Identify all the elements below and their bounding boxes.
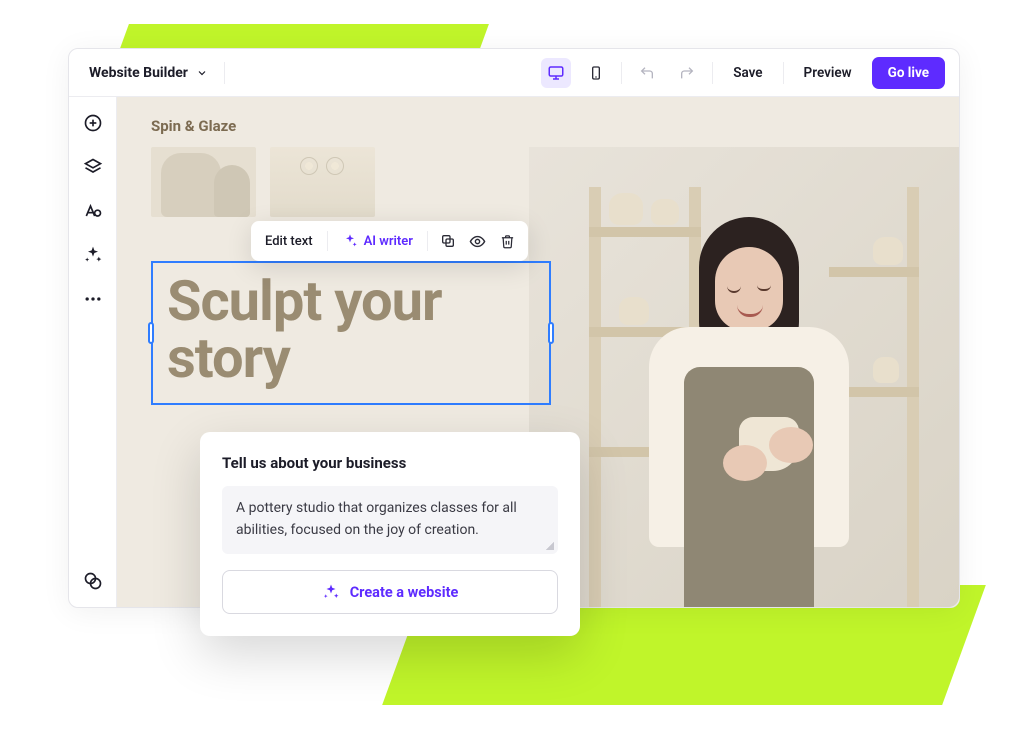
divider [783, 62, 784, 84]
ai-writer-button[interactable]: AI writer [338, 229, 417, 253]
desktop-icon [547, 64, 565, 82]
resize-handle-left[interactable] [148, 322, 154, 344]
gallery-thumbnail[interactable] [151, 147, 256, 217]
edit-text-button[interactable]: Edit text [261, 230, 317, 253]
app-title-label: Website Builder [89, 65, 188, 81]
preview-button[interactable]: Preview [794, 59, 862, 87]
headline-text[interactable]: Sculpt your story [167, 273, 535, 387]
mobile-icon [588, 65, 604, 81]
create-website-label: Create a website [350, 584, 459, 601]
redo-button[interactable] [672, 58, 702, 88]
gallery-thumbnail[interactable] [270, 147, 375, 217]
redo-icon [679, 65, 695, 81]
create-website-button[interactable]: Create a website [222, 570, 558, 614]
save-button[interactable]: Save [723, 59, 772, 87]
delete-button[interactable] [498, 231, 518, 251]
divider [327, 231, 328, 251]
sparkles-icon [83, 245, 103, 265]
text-toolbar: Edit text AI writer [251, 221, 528, 261]
ai-writer-label: AI writer [364, 234, 413, 249]
sidebar-typography-button[interactable] [81, 199, 105, 223]
divider [224, 62, 225, 84]
image-gallery [151, 147, 375, 217]
divider [621, 62, 622, 84]
sidebar [69, 97, 117, 607]
desktop-view-button[interactable] [541, 58, 571, 88]
ai-onboarding-card: Tell us about your business A pottery st… [200, 432, 580, 636]
chevron-down-icon [196, 67, 208, 79]
sparkles-icon [322, 583, 340, 601]
sidebar-layers-button[interactable] [81, 155, 105, 179]
eye-icon [469, 233, 486, 250]
site-name-label[interactable]: Spin & Glaze [151, 117, 236, 135]
sidebar-feedback-button[interactable] [81, 569, 105, 593]
sidebar-ai-button[interactable] [81, 243, 105, 267]
undo-button[interactable] [632, 58, 662, 88]
plus-circle-icon [83, 113, 103, 133]
resize-handle-right[interactable] [548, 322, 554, 344]
layers-icon [83, 157, 103, 177]
go-live-button[interactable]: Go live [872, 57, 945, 89]
ai-card-title: Tell us about your business [222, 454, 558, 472]
undo-icon [639, 65, 655, 81]
smiley-icon [83, 571, 103, 591]
business-description-input[interactable]: A pottery studio that organizes classes … [222, 486, 558, 554]
person-illustration [619, 217, 879, 607]
sidebar-add-button[interactable] [81, 111, 105, 135]
divider [427, 231, 428, 251]
duplicate-button[interactable] [438, 231, 458, 251]
sparkles-icon [342, 233, 358, 249]
typography-icon [83, 201, 103, 221]
topbar: Website Builder [69, 49, 959, 97]
sidebar-more-button[interactable] [81, 287, 105, 311]
headline-selection[interactable]: Sculpt your story [151, 261, 551, 405]
hero-image[interactable] [529, 147, 959, 607]
mobile-view-button[interactable] [581, 58, 611, 88]
trash-icon [500, 234, 515, 249]
app-title-dropdown[interactable]: Website Builder [83, 61, 214, 85]
more-horizontal-icon [83, 289, 103, 309]
divider [712, 62, 713, 84]
copy-icon [440, 233, 456, 249]
visibility-button[interactable] [468, 231, 488, 251]
